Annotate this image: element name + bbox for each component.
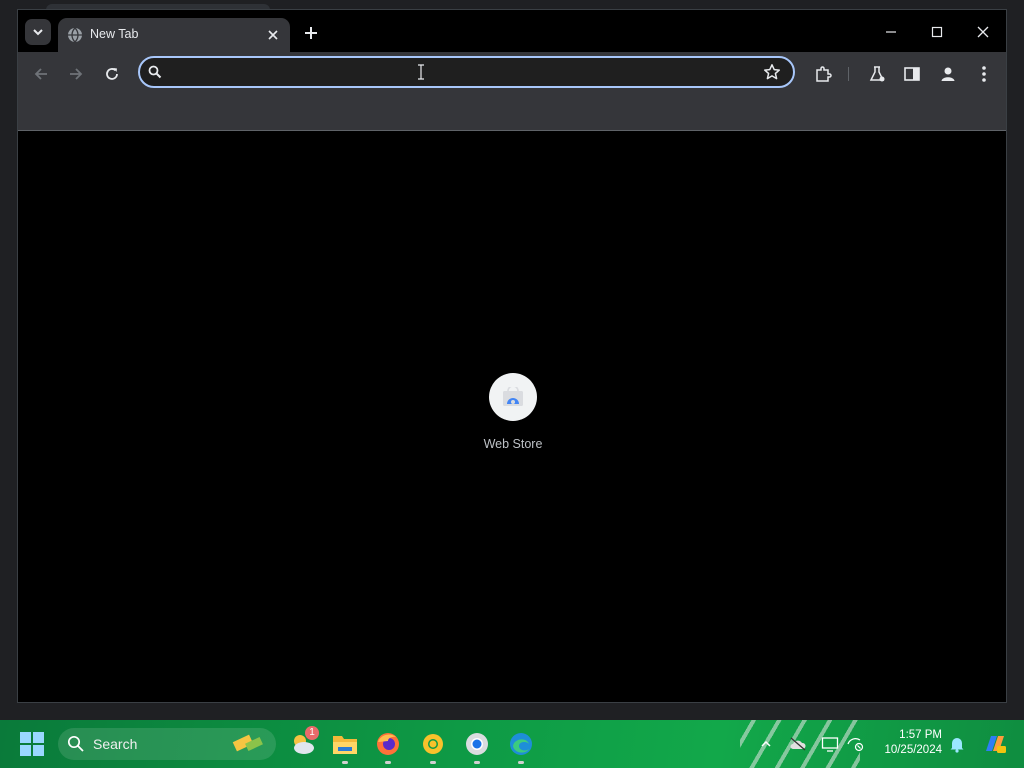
forward-icon [70, 68, 83, 80]
forward-button[interactable] [64, 62, 88, 86]
bookmark-star-button[interactable] [763, 63, 781, 86]
new-tab-button[interactable] [300, 22, 322, 44]
clock-date: 10/25/2024 [884, 744, 942, 756]
shortcut-web-store[interactable]: Web Store [472, 373, 554, 463]
back-icon [34, 68, 47, 80]
taskbar-chrome-canary[interactable] [419, 730, 447, 764]
search-icon [148, 65, 162, 79]
bookmarks-bar [18, 92, 1006, 131]
running-indicator [342, 761, 348, 764]
reload-button[interactable] [100, 62, 124, 86]
file-explorer-icon [333, 736, 357, 754]
search-icon [67, 735, 84, 752]
text-cursor-icon [418, 64, 424, 80]
start-button[interactable] [20, 732, 44, 756]
copilot-icon [986, 736, 1006, 753]
running-indicator [430, 761, 436, 764]
notifications-button[interactable] [947, 734, 967, 754]
notification-badge: 1 [305, 726, 319, 740]
taskbar-chrome[interactable] [463, 730, 491, 764]
shortcut-icon-circle [489, 373, 537, 421]
menu-button[interactable] [972, 62, 996, 86]
taskbar: Search 1 1:57 PM 10/25/2024 [0, 720, 1024, 768]
menu-icon [982, 66, 986, 82]
title-bar: New Tab [18, 10, 1006, 52]
running-indicator [385, 761, 391, 764]
shortcut-label: Web Store [483, 437, 543, 451]
star-icon [763, 64, 781, 80]
tab-search-button[interactable] [25, 19, 51, 45]
web-store-icon [503, 387, 523, 406]
tab-new-tab[interactable]: New Tab [58, 18, 290, 52]
taskbar-weather[interactable]: 1 [289, 726, 319, 758]
running-indicator [518, 761, 524, 764]
search-highlight-icon [232, 734, 263, 752]
tab-title: New Tab [90, 27, 139, 41]
toolbar [18, 52, 1006, 92]
copilot-button[interactable] [982, 734, 1008, 754]
tab-close-button[interactable] [264, 26, 282, 44]
chrome-icon [466, 733, 488, 755]
chrome-canary-icon [423, 734, 443, 754]
tray-network[interactable] [845, 734, 865, 754]
taskbar-edge[interactable] [507, 730, 535, 764]
toolbar-divider [848, 67, 849, 81]
close-icon [268, 30, 278, 40]
labs-button[interactable] [865, 62, 889, 86]
taskbar-file-explorer[interactable] [331, 730, 359, 764]
monitor-icon [821, 737, 839, 752]
address-input[interactable] [170, 61, 754, 85]
tray-display[interactable] [820, 734, 840, 754]
back-button[interactable] [29, 62, 53, 86]
running-indicator [474, 761, 480, 764]
side-panel-icon [904, 67, 920, 81]
profile-button[interactable] [936, 62, 960, 86]
maximize-button[interactable] [919, 19, 955, 45]
network-disconnected-icon [847, 738, 864, 752]
labs-icon [869, 66, 885, 82]
profile-icon [941, 67, 955, 81]
windows-logo-tile [20, 745, 31, 756]
cloud-off-icon [790, 737, 806, 751]
side-panel-button[interactable] [900, 62, 924, 86]
close-icon [977, 26, 989, 38]
windows-logo-tile [33, 732, 44, 743]
edge-icon [510, 733, 532, 755]
taskbar-search[interactable]: Search [58, 728, 276, 760]
close-window-button[interactable] [965, 19, 1001, 45]
chevron-up-icon [761, 740, 771, 747]
reload-icon [106, 68, 118, 80]
browser-window: New Tab Web Store [17, 9, 1007, 703]
minimize-icon [886, 31, 896, 33]
show-hidden-icons-button[interactable] [756, 734, 776, 754]
bell-icon [950, 738, 964, 753]
globe-icon [68, 27, 82, 43]
address-bar[interactable] [138, 56, 795, 88]
windows-logo-tile [33, 745, 44, 756]
chevron-down-icon [33, 29, 43, 36]
maximize-icon [931, 26, 943, 38]
firefox-icon [377, 733, 399, 755]
new-tab-page: Web Store [18, 131, 1006, 702]
clock-time: 1:57 PM [899, 729, 942, 741]
taskbar-clock[interactable]: 1:57 PM 10/25/2024 [872, 728, 942, 758]
taskbar-search-label: Search [93, 736, 138, 752]
minimize-button[interactable] [873, 19, 909, 45]
windows-logo-tile [20, 732, 31, 743]
extensions-button[interactable] [811, 62, 835, 86]
extensions-icon [816, 66, 832, 82]
plus-icon [305, 27, 317, 39]
taskbar-firefox[interactable] [374, 730, 402, 764]
tray-onedrive[interactable] [788, 734, 808, 754]
